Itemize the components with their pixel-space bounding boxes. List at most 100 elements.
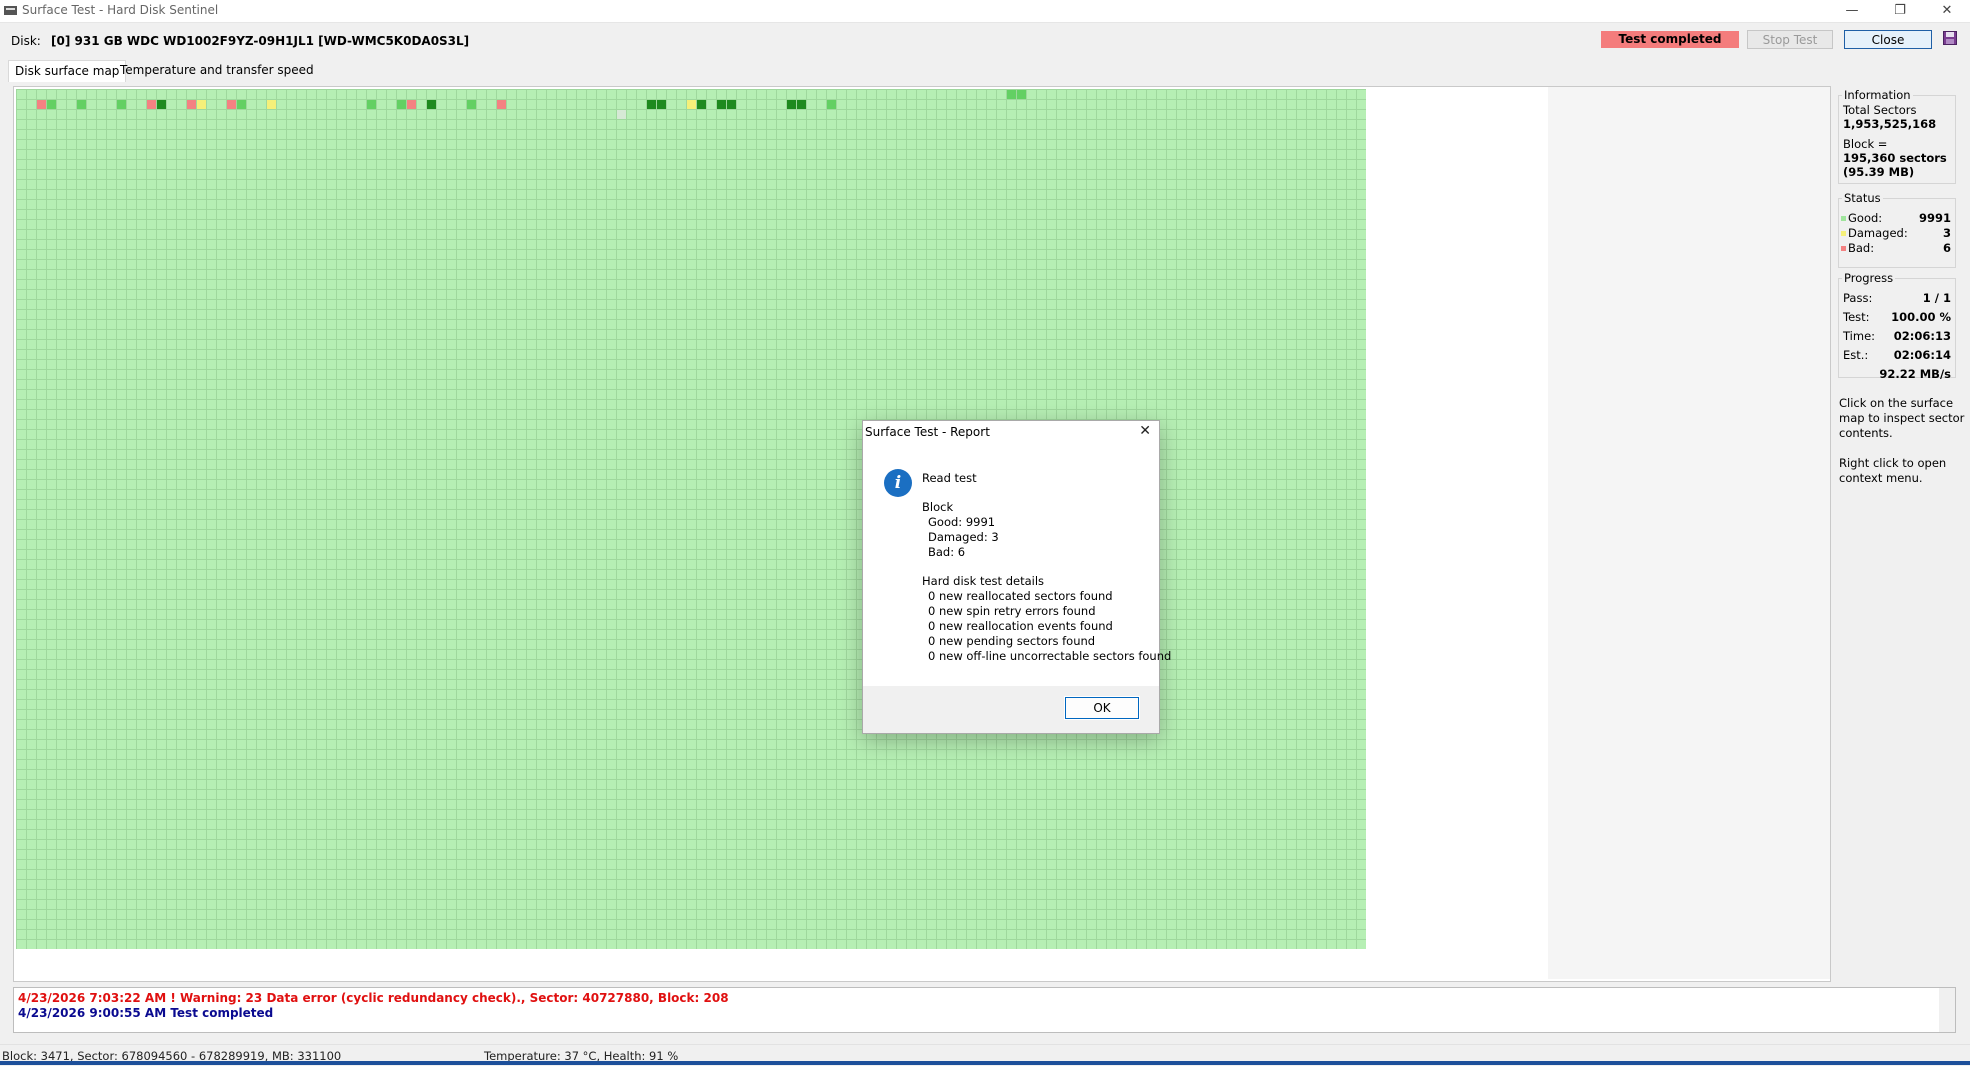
surface-block-damaged[interactable] <box>267 100 276 109</box>
close-button[interactable]: Close <box>1844 30 1932 49</box>
block-sectors-value: 195,360 sectors <box>1843 151 1947 165</box>
dialog-damaged: Damaged: 3 <box>928 530 999 544</box>
stop-test-button[interactable]: Stop Test <box>1747 30 1833 49</box>
surface-block-bad[interactable] <box>497 100 506 109</box>
test-value: 100.00 % <box>1891 310 1951 324</box>
save-icon[interactable] <box>1943 31 1957 45</box>
dialog-block-title: Block <box>922 500 954 514</box>
report-dialog: Surface Test - Report ✕ i Read test Bloc… <box>862 420 1171 734</box>
bad-label: Bad: <box>1848 241 1875 255</box>
surface-block-good[interactable] <box>647 100 656 109</box>
dialog-bad: Bad: 6 <box>928 545 966 559</box>
disk-toolbar: Disk: [0] 931 GB WDC WD1002F9YZ-09H1JL1 … <box>0 23 1970 57</box>
information-title: Information <box>1842 88 1913 102</box>
progress-title: Progress <box>1842 271 1896 285</box>
minimize-icon[interactable]: — <box>1829 0 1875 22</box>
surface-block-good[interactable] <box>117 100 126 109</box>
good-label: Good: <box>1848 211 1883 225</box>
pass-value: 1 / 1 <box>1922 291 1951 305</box>
surface-block-bad[interactable] <box>407 100 416 109</box>
info-panel: Information Total Sectors 1,953,525,168 … <box>1834 86 1964 982</box>
surface-block-good[interactable] <box>827 100 836 109</box>
surface-block-good[interactable] <box>237 100 246 109</box>
surface-block-good[interactable] <box>157 100 166 109</box>
log-entry-warning: 4/23/2026 7:03:22 AM ! Warning: 23 Data … <box>18 991 729 1005</box>
surface-block-good[interactable] <box>1017 90 1026 99</box>
dialog-details-title: Hard disk test details <box>922 574 1045 588</box>
info-icon: i <box>884 469 912 497</box>
surface-block-damaged[interactable] <box>197 100 206 109</box>
tab-disk-surface-map[interactable]: Disk surface map <box>8 60 127 82</box>
surface-block-pending[interactable] <box>617 110 626 119</box>
map-empty-area <box>1368 87 1548 979</box>
bad-value: 6 <box>1942 241 1951 255</box>
dialog-detail-reallocated: 0 new reallocated sectors found <box>928 589 1113 603</box>
ok-button[interactable]: OK <box>1064 696 1140 720</box>
good-legend-swatch <box>1841 216 1846 221</box>
hint-inspect-line2: map to inspect sector <box>1839 411 1965 425</box>
test-label: Test: <box>1843 310 1870 324</box>
dialog-close-icon[interactable]: ✕ <box>1139 423 1151 439</box>
log-scrollbar[interactable] <box>1939 988 1955 1032</box>
hint-context-line2: context menu. <box>1839 471 1923 485</box>
window-close-icon[interactable]: ✕ <box>1924 0 1970 22</box>
surface-block-good[interactable] <box>727 100 736 109</box>
surface-block-good[interactable] <box>797 100 806 109</box>
disk-surface-map[interactable] <box>16 89 1366 949</box>
est-value: 02:06:14 <box>1893 348 1951 362</box>
disk-label: Disk: <box>11 34 41 48</box>
time-value: 02:06:13 <box>1893 329 1951 343</box>
good-value: 9991 <box>1918 211 1951 225</box>
block-label: Block = <box>1843 137 1888 151</box>
surface-block-good[interactable] <box>1007 90 1016 99</box>
dialog-detail-spin-retry: 0 new spin retry errors found <box>928 604 1096 618</box>
taskbar-edge <box>0 1061 1970 1065</box>
restore-icon[interactable]: ❐ <box>1877 0 1923 22</box>
dialog-detail-pending: 0 new pending sectors found <box>928 634 1096 648</box>
damaged-legend-swatch <box>1841 231 1846 236</box>
time-label: Time: <box>1843 329 1876 343</box>
total-sectors-value: 1,953,525,168 <box>1843 117 1937 131</box>
dialog-detail-realloc-events: 0 new reallocation events found <box>928 619 1113 633</box>
log-entry-completed: 4/23/2026 9:00:55 AM Test completed <box>18 1006 274 1020</box>
surface-block-good[interactable] <box>367 100 376 109</box>
event-log[interactable]: 4/23/2026 7:03:22 AM ! Warning: 23 Data … <box>13 987 1956 1033</box>
surface-block-good[interactable] <box>427 100 436 109</box>
hint-inspect-line1: Click on the surface <box>1839 396 1954 410</box>
bad-legend-swatch <box>1841 246 1846 251</box>
title-bar: Surface Test - Hard Disk Sentinel — ❐ ✕ <box>0 0 1970 23</box>
tab-temperature-transfer[interactable]: Temperature and transfer speed <box>114 60 320 81</box>
damaged-label: Damaged: <box>1848 226 1908 240</box>
block-mb-value: (95.39 MB) <box>1843 165 1915 179</box>
surface-block-good[interactable] <box>397 100 406 109</box>
information-group: Information Total Sectors 1,953,525,168 … <box>1838 88 1956 184</box>
surface-block-good[interactable] <box>77 100 86 109</box>
dialog-footer: OK <box>863 686 1159 733</box>
surface-block-good[interactable] <box>717 100 726 109</box>
surface-block-bad[interactable] <box>37 100 46 109</box>
surface-block-bad[interactable] <box>227 100 236 109</box>
app-icon <box>4 6 17 15</box>
est-label: Est.: <box>1843 348 1869 362</box>
surface-block-good[interactable] <box>787 100 796 109</box>
disk-name: [0] 931 GB WDC WD1002F9YZ-09H1JL1 [WD-WM… <box>51 34 470 48</box>
hint-context-line1: Right click to open <box>1839 456 1947 470</box>
surface-block-good[interactable] <box>467 100 476 109</box>
test-status-badge: Test completed <box>1601 31 1739 48</box>
damaged-value: 3 <box>1942 226 1951 240</box>
total-sectors-label: Total Sectors <box>1843 103 1917 117</box>
hint-inspect-line3: contents. <box>1839 426 1893 440</box>
dialog-heading: Read test <box>922 471 977 485</box>
status-group: Status Good: 9991 Damaged: 3 Bad: 6 <box>1838 191 1956 268</box>
dialog-detail-offline: 0 new off-line uncorrectable sectors fou… <box>928 649 1172 663</box>
dialog-title: Surface Test - Report <box>865 425 990 439</box>
transfer-speed-value: 92.22 MB/s <box>1879 367 1951 381</box>
surface-block-good[interactable] <box>657 100 666 109</box>
map-side-area <box>1548 87 1830 979</box>
surface-block-bad[interactable] <box>147 100 156 109</box>
progress-group: Progress Pass: 1 / 1 Test: 100.00 % Time… <box>1838 271 1956 381</box>
surface-block-good[interactable] <box>697 100 706 109</box>
surface-block-good[interactable] <box>47 100 56 109</box>
surface-block-damaged[interactable] <box>687 100 696 109</box>
surface-block-bad[interactable] <box>187 100 196 109</box>
